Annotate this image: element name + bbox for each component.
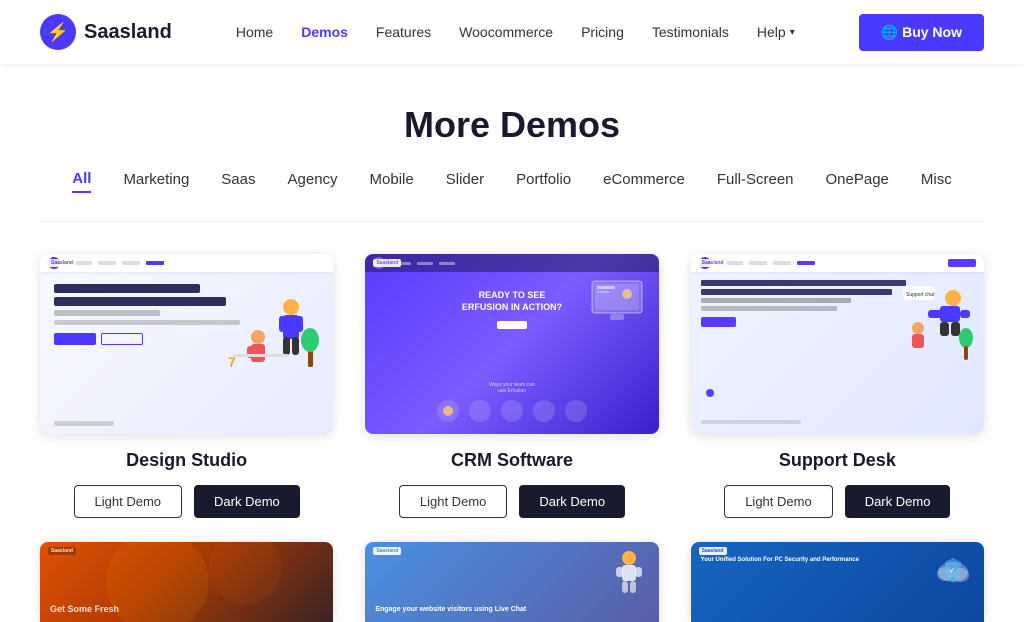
nav-help[interactable]: Help ▾: [757, 24, 795, 40]
demo-actions-support: Light Demo Dark Demo: [724, 485, 950, 518]
nav-testimonials[interactable]: Testimonials: [652, 24, 729, 40]
filter-tab-slider[interactable]: Slider: [446, 171, 484, 192]
filter-tab-marketing[interactable]: Marketing: [123, 171, 189, 192]
bottom-3-content: Your Unified Solution For PC Security an…: [701, 556, 934, 564]
light-demo-button-support[interactable]: Light Demo: [724, 485, 832, 518]
demo-preview-support[interactable]: Support chat: [691, 254, 984, 434]
demo-card-bottom-3: Saasland Your Unified Solution For PC Se…: [691, 542, 984, 622]
ds-illustration: 7: [223, 282, 323, 382]
filter-tab-ecommerce[interactable]: eCommerce: [603, 171, 685, 192]
logo-icon: ⚡: [40, 14, 76, 50]
bottom-2-content: Engage your website visitors using Live …: [375, 605, 648, 614]
buy-now-button[interactable]: 🌐 Buy Now: [859, 14, 984, 51]
dark-demo-button-design-studio[interactable]: Dark Demo: [194, 485, 300, 518]
demo-preview-design-studio[interactable]: 7 Saasland: [40, 254, 333, 434]
filter-tab-all[interactable]: All: [72, 170, 91, 193]
nav-woocommerce[interactable]: Woocommerce: [459, 24, 553, 40]
chevron-down-icon: ▾: [790, 27, 795, 38]
mini-nav-items: [74, 261, 164, 265]
light-demo-button-crm[interactable]: Light Demo: [399, 485, 507, 518]
svg-text:Support chat: Support chat: [906, 292, 935, 298]
demo-card-bottom-2: Saasland Engage your website visitors us…: [365, 542, 658, 622]
dark-demo-button-crm[interactable]: Dark Demo: [519, 485, 625, 518]
preview-art-crm: READY TO SEEERFUSION IN ACTION?: [365, 254, 658, 434]
header: ⚡ Saasland Home Demos Features Woocommer…: [0, 0, 1024, 64]
demo-actions-design-studio: Light Demo Dark Demo: [74, 485, 300, 518]
demo-preview-bottom-1[interactable]: Saasland Get Some Fresh: [40, 542, 333, 622]
demo-actions-crm: Light Demo Dark Demo: [399, 485, 625, 518]
demos-grid: 7 Saasland Design Studio Light Demo Dark…: [0, 222, 1024, 518]
svg-text:✓: ✓: [949, 566, 956, 575]
nav-features[interactable]: Features: [376, 24, 431, 40]
filter-tab-mobile[interactable]: Mobile: [370, 171, 414, 192]
nav-pricing[interactable]: Pricing: [581, 24, 624, 40]
filter-tab-onepage[interactable]: OnePage: [826, 171, 889, 192]
filter-tab-saas[interactable]: Saas: [221, 171, 255, 192]
main-nav: Home Demos Features Woocommerce Pricing …: [236, 24, 795, 40]
demo-preview-crm[interactable]: READY TO SEEERFUSION IN ACTION?: [365, 254, 658, 434]
dark-demo-button-support[interactable]: Dark Demo: [845, 485, 951, 518]
demo-title-crm: CRM Software: [451, 450, 573, 471]
demo-card-support: Support chat: [691, 254, 984, 518]
demo-preview-bottom-2[interactable]: Saasland Engage your website visitors us…: [365, 542, 658, 622]
logo-text: Saasland: [84, 21, 172, 44]
demo-card-design-studio: 7 Saasland Design Studio Light Demo Dark…: [40, 254, 333, 518]
demo-preview-bottom-3[interactable]: Saasland Your Unified Solution For PC Se…: [691, 542, 984, 622]
demo-card-crm: READY TO SEEERFUSION IN ACTION?: [365, 254, 658, 518]
nav-demos[interactable]: Demos: [301, 24, 348, 40]
preview-art: 7 Saasland: [40, 254, 333, 434]
demo-title-design-studio: Design Studio: [126, 450, 247, 471]
saasland-badge-bottom-3: Saasland: [699, 547, 727, 555]
preview-art-support: Support chat: [691, 254, 984, 434]
filter-tab-agency[interactable]: Agency: [288, 171, 338, 192]
logo[interactable]: ⚡ Saasland: [40, 14, 172, 50]
filter-tab-misc[interactable]: Misc: [921, 171, 952, 192]
saasland-badge-bottom-2: Saasland: [373, 547, 401, 555]
demo-title-support: Support Desk: [779, 450, 896, 471]
filter-tabs: All Marketing Saas Agency Mobile Slider …: [40, 170, 984, 222]
mini-nav: [40, 254, 333, 272]
svg-text:7: 7: [228, 354, 236, 370]
page-title: More Demos: [0, 104, 1024, 146]
nav-home[interactable]: Home: [236, 24, 273, 40]
filter-tab-portfolio[interactable]: Portfolio: [516, 171, 571, 192]
filter-tab-fullscreen[interactable]: Full-Screen: [717, 171, 794, 192]
demo-card-bottom-1: Saasland Get Some Fresh: [40, 542, 333, 622]
light-demo-button-design-studio[interactable]: Light Demo: [74, 485, 182, 518]
page-title-section: More Demos: [0, 64, 1024, 170]
demos-grid-bottom: Saasland Get Some Fresh Saasland Engage …: [0, 518, 1024, 622]
